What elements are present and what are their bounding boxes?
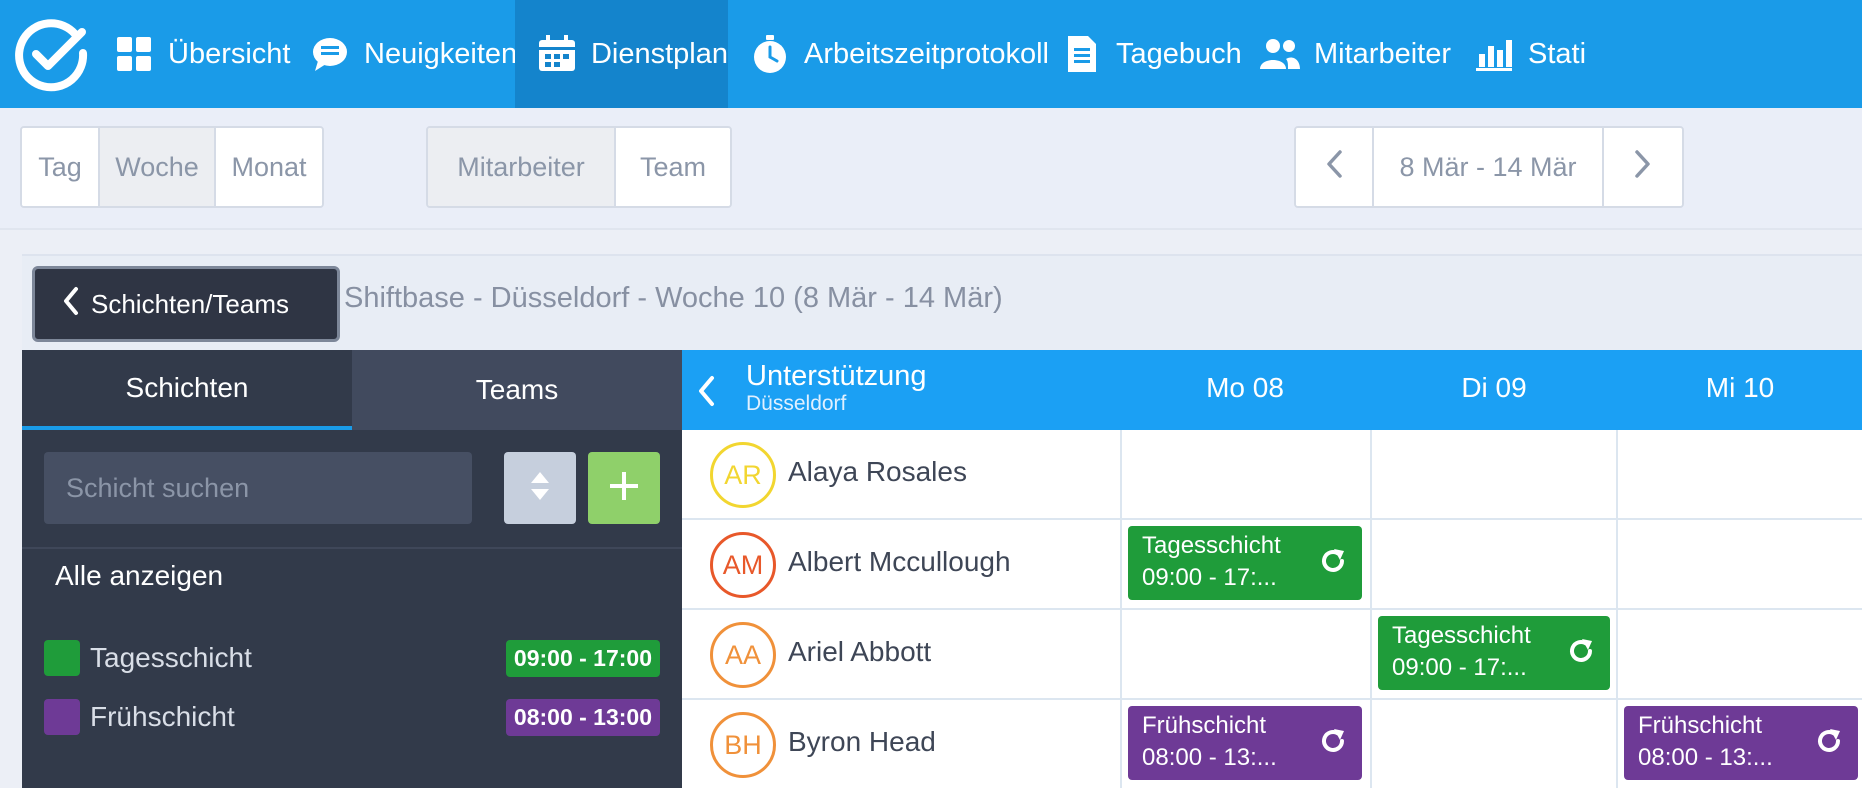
nav-item-logbook[interactable]: Tagebuch bbox=[1060, 0, 1242, 108]
schedule-header: Unterstützung Düsseldorf Mo 08 Di 09 Mi … bbox=[682, 350, 1862, 430]
users-icon bbox=[1258, 32, 1302, 76]
sort-button[interactable] bbox=[504, 452, 576, 524]
previous-week-button[interactable] bbox=[1296, 128, 1374, 206]
avatar: AR bbox=[710, 442, 776, 508]
shift-list-item[interactable]: Tagesschicht 09:00 - 17:00 bbox=[44, 638, 660, 678]
nav-item-overview[interactable]: Übersicht bbox=[112, 0, 291, 108]
calendar-icon bbox=[535, 32, 579, 76]
day-header: Mo 08 bbox=[1206, 372, 1284, 403]
shift-card[interactable]: Tagesschicht 09:00 - 17:... bbox=[1128, 526, 1362, 600]
sort-icon bbox=[529, 470, 551, 507]
employee-name[interactable]: Ariel Abbott bbox=[788, 636, 931, 668]
chevron-left-icon bbox=[63, 286, 91, 323]
shift-name: Frühschicht bbox=[90, 701, 235, 732]
repeat-icon[interactable] bbox=[1566, 636, 1596, 671]
shift-name: Tagesschicht bbox=[90, 642, 252, 673]
repeat-icon[interactable] bbox=[1318, 726, 1348, 761]
nav-label: Arbeitszeitprotokoll bbox=[804, 37, 1049, 70]
view-day-button[interactable]: Tag bbox=[22, 128, 100, 206]
avatar: AM bbox=[710, 532, 776, 598]
shift-list-item[interactable]: Frühschicht 08:00 - 13:00 bbox=[44, 697, 660, 737]
view-mode-toggle: Tag Woche Monat bbox=[20, 126, 324, 208]
avatar: BH bbox=[710, 712, 776, 778]
tab-teams[interactable]: Teams bbox=[352, 350, 682, 430]
repeat-icon[interactable] bbox=[1814, 726, 1844, 761]
shift-color-swatch bbox=[44, 640, 80, 676]
shift-time-badge: 09:00 - 17:00 bbox=[505, 639, 660, 677]
group-mode-toggle: Mitarbeiter Team bbox=[426, 126, 732, 208]
group-employees-button[interactable]: Mitarbeiter bbox=[428, 128, 616, 206]
bar-chart-icon bbox=[1472, 32, 1516, 76]
plus-icon bbox=[607, 469, 641, 508]
shift-card[interactable]: Frühschicht 08:00 - 13:... bbox=[1128, 706, 1362, 780]
day-header: Di 09 bbox=[1461, 372, 1527, 403]
view-week-button[interactable]: Woche bbox=[100, 128, 216, 206]
shift-time-badge: 08:00 - 13:00 bbox=[505, 698, 660, 736]
team-name: Unterstützung bbox=[746, 360, 927, 392]
breadcrumb: Schichten/Teams Shiftbase - Düsseldorf -… bbox=[22, 254, 1862, 350]
shiftbase-logo-icon[interactable] bbox=[12, 14, 90, 92]
schedule-toolbar: Tag Woche Monat Mitarbeiter Team 8 Mär -… bbox=[0, 108, 1862, 230]
top-navigation: Übersicht Neuigkeiten Dienstplan Arbeits… bbox=[0, 0, 1862, 108]
nav-label: Tagebuch bbox=[1116, 37, 1242, 70]
nav-item-news[interactable]: Neuigkeiten bbox=[308, 0, 517, 108]
nav-item-statistics[interactable]: Stati bbox=[1472, 0, 1586, 108]
schedule-grid: AR Alaya Rosales AM Albert Mccullough AA… bbox=[682, 430, 1862, 788]
nav-label: Dienstplan bbox=[590, 37, 728, 70]
repeat-icon[interactable] bbox=[1318, 546, 1348, 581]
grid-icon bbox=[112, 32, 156, 76]
sidebar-tabs: Schichten Teams bbox=[22, 350, 682, 430]
next-week-button[interactable] bbox=[1604, 128, 1682, 206]
chevron-left-icon[interactable] bbox=[696, 374, 716, 413]
divider bbox=[22, 547, 682, 549]
nav-label: Übersicht bbox=[168, 37, 291, 70]
shift-search-input[interactable]: Schicht suchen bbox=[44, 452, 472, 524]
page-title: Shiftbase - Düsseldorf - Woche 10 (8 Mär… bbox=[344, 282, 1003, 314]
day-header: Mi 10 bbox=[1705, 372, 1775, 403]
document-icon bbox=[1060, 32, 1104, 76]
show-all-link[interactable]: Alle anzeigen bbox=[55, 560, 223, 592]
chevron-left-icon bbox=[1325, 149, 1343, 186]
employee-name[interactable]: Byron Head bbox=[788, 726, 936, 758]
chevron-right-icon bbox=[1634, 149, 1652, 186]
nav-item-employees[interactable]: Mitarbeiter bbox=[1258, 0, 1451, 108]
back-button-label: Schichten/Teams bbox=[91, 288, 289, 319]
stopwatch-icon bbox=[748, 32, 792, 76]
team-location: Düsseldorf bbox=[746, 392, 847, 415]
shift-card[interactable]: Tagesschicht 09:00 - 17:... bbox=[1378, 616, 1610, 690]
tab-shifts[interactable]: Schichten bbox=[22, 350, 352, 430]
table-row: AA Ariel Abbott bbox=[682, 610, 1862, 700]
nav-label: Stati bbox=[1528, 37, 1587, 70]
date-range-label[interactable]: 8 Mär - 14 Mär bbox=[1374, 128, 1604, 206]
table-row: AR Alaya Rosales bbox=[682, 430, 1862, 520]
employee-name[interactable]: Albert Mccullough bbox=[788, 546, 1011, 578]
date-navigator: 8 Mär - 14 Mär bbox=[1294, 126, 1684, 208]
view-month-button[interactable]: Monat bbox=[216, 128, 322, 206]
back-to-shifts-teams-button[interactable]: Schichten/Teams bbox=[32, 266, 340, 342]
nav-item-timesheet[interactable]: Arbeitszeitprotokoll bbox=[748, 0, 1049, 108]
shift-card[interactable]: Frühschicht 08:00 - 13:... bbox=[1624, 706, 1858, 780]
group-team-button[interactable]: Team bbox=[616, 128, 730, 206]
shift-sidebar: Schichten Teams Schicht suchen Alle anze… bbox=[22, 350, 682, 788]
chat-icon bbox=[308, 32, 352, 76]
avatar: AA bbox=[710, 622, 776, 688]
shift-color-swatch bbox=[44, 699, 80, 735]
add-shift-button[interactable] bbox=[588, 452, 660, 524]
nav-label: Mitarbeiter bbox=[1314, 37, 1451, 70]
nav-item-schedule[interactable]: Dienstplan bbox=[515, 0, 728, 108]
employee-name[interactable]: Alaya Rosales bbox=[788, 456, 967, 488]
nav-label: Neuigkeiten bbox=[364, 37, 518, 70]
